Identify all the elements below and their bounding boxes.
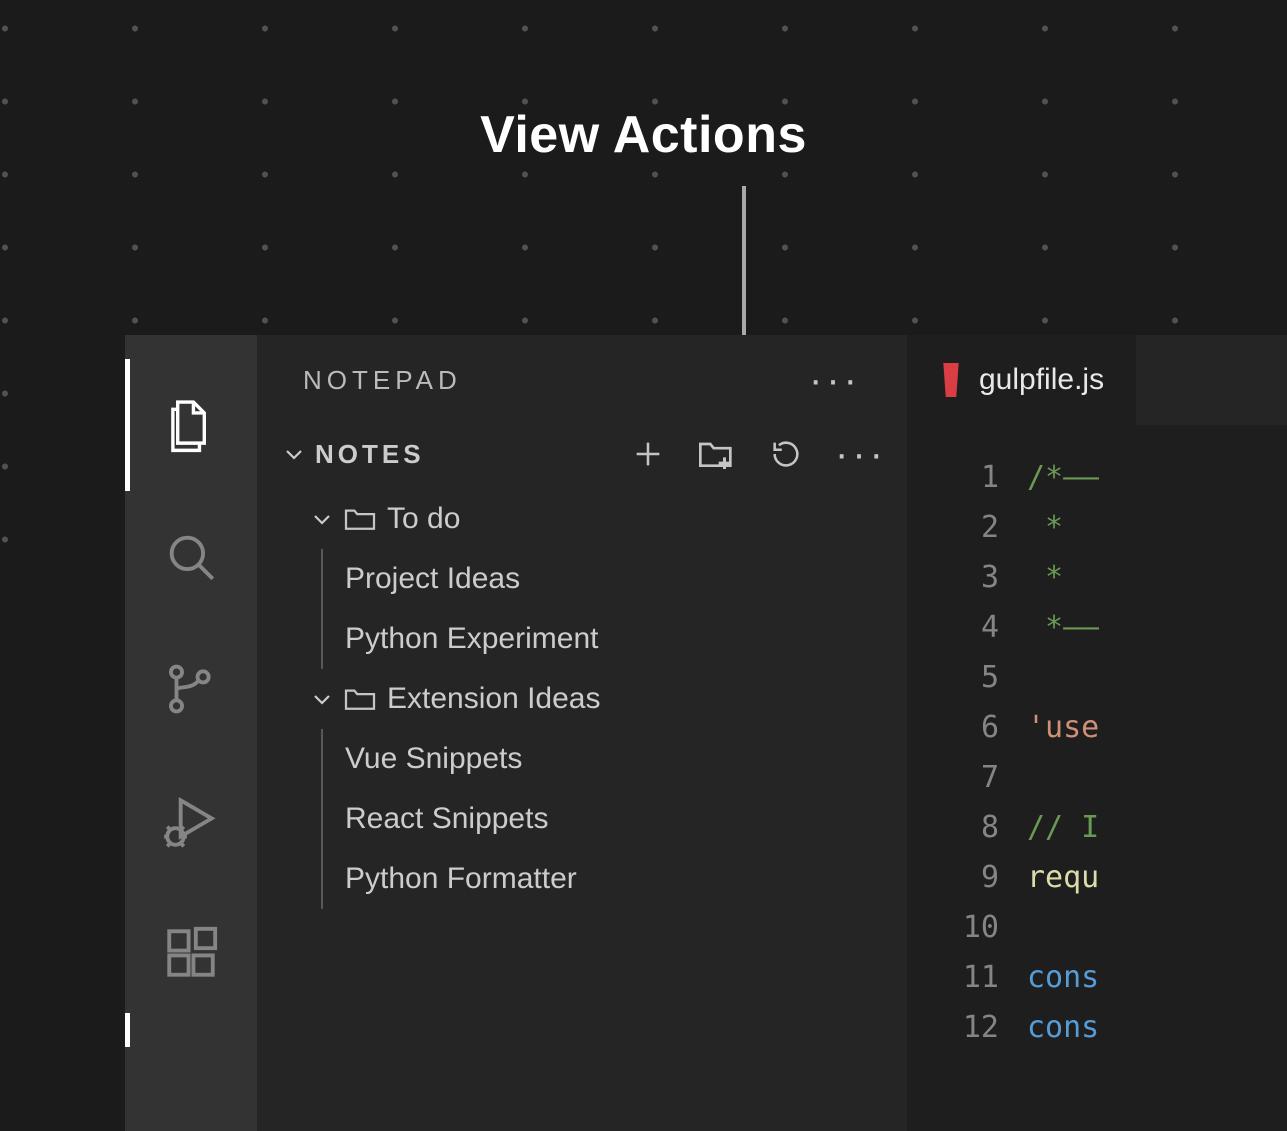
- refresh-button[interactable]: [769, 437, 803, 471]
- sidebar: NOTEPAD ··· NOTES: [257, 335, 907, 1131]
- activity-explorer[interactable]: [125, 359, 257, 491]
- ide-window: NOTEPAD ··· NOTES: [125, 335, 1287, 1131]
- tree-item[interactable]: React Snippets: [345, 789, 907, 849]
- activity-run-debug[interactable]: [125, 755, 257, 887]
- chevron-down-icon: [279, 442, 309, 466]
- tab-title: gulpfile.js: [979, 363, 1104, 397]
- tree-children: Vue Snippets React Snippets Python Forma…: [321, 729, 907, 909]
- activity-source-control[interactable]: [125, 623, 257, 755]
- activity-search[interactable]: [125, 491, 257, 623]
- chevron-down-icon: [305, 687, 339, 711]
- folder-label: To do: [387, 502, 460, 536]
- view-actions: ···: [631, 437, 887, 471]
- tree-item[interactable]: Vue Snippets: [345, 729, 907, 789]
- editor-body[interactable]: 123456789101112 /*–– * * *–– 'use // Ire…: [907, 425, 1287, 1131]
- sidebar-header: NOTEPAD ···: [257, 335, 907, 425]
- tree-children: Project Ideas Python Experiment: [321, 549, 907, 669]
- section-header[interactable]: NOTES ···: [257, 425, 907, 483]
- extensions-icon: [162, 924, 220, 982]
- folder-icon: [343, 685, 377, 713]
- line-gutter: 123456789101112: [907, 453, 1027, 1131]
- add-note-button[interactable]: [631, 437, 665, 471]
- source-control-icon: [162, 660, 220, 718]
- code-area[interactable]: /*–– * * *–– 'use // Irequ conscons: [1027, 453, 1099, 1131]
- folder-label: Extension Ideas: [387, 682, 600, 716]
- activity-extensions[interactable]: [125, 887, 257, 1019]
- gulp-icon: [939, 363, 963, 397]
- editor-tab[interactable]: gulpfile.js: [907, 335, 1136, 425]
- new-folder-button[interactable]: [697, 437, 737, 471]
- folder-icon: [343, 505, 377, 533]
- tab-bar: gulpfile.js: [907, 335, 1287, 425]
- chevron-down-icon: [305, 507, 339, 531]
- tree-item[interactable]: Python Formatter: [345, 849, 907, 909]
- activity-bar: [125, 335, 257, 1131]
- tree-item[interactable]: Project Ideas: [345, 549, 907, 609]
- annotation-title: View Actions: [480, 105, 807, 165]
- search-icon: [162, 528, 220, 586]
- activity-indicator: [125, 1013, 130, 1047]
- tree: To do Project Ideas Python Experiment Ex…: [257, 483, 907, 929]
- tree-folder[interactable]: Extension Ideas: [257, 669, 907, 729]
- section-title: NOTES: [315, 439, 425, 470]
- debug-icon: [160, 790, 222, 852]
- editor: gulpfile.js 123456789101112 /*–– * * *––…: [907, 335, 1287, 1131]
- files-icon: [162, 396, 220, 454]
- tree-folder[interactable]: To do: [257, 489, 907, 549]
- sidebar-title: NOTEPAD: [303, 365, 462, 396]
- tree-item[interactable]: Python Experiment: [345, 609, 907, 669]
